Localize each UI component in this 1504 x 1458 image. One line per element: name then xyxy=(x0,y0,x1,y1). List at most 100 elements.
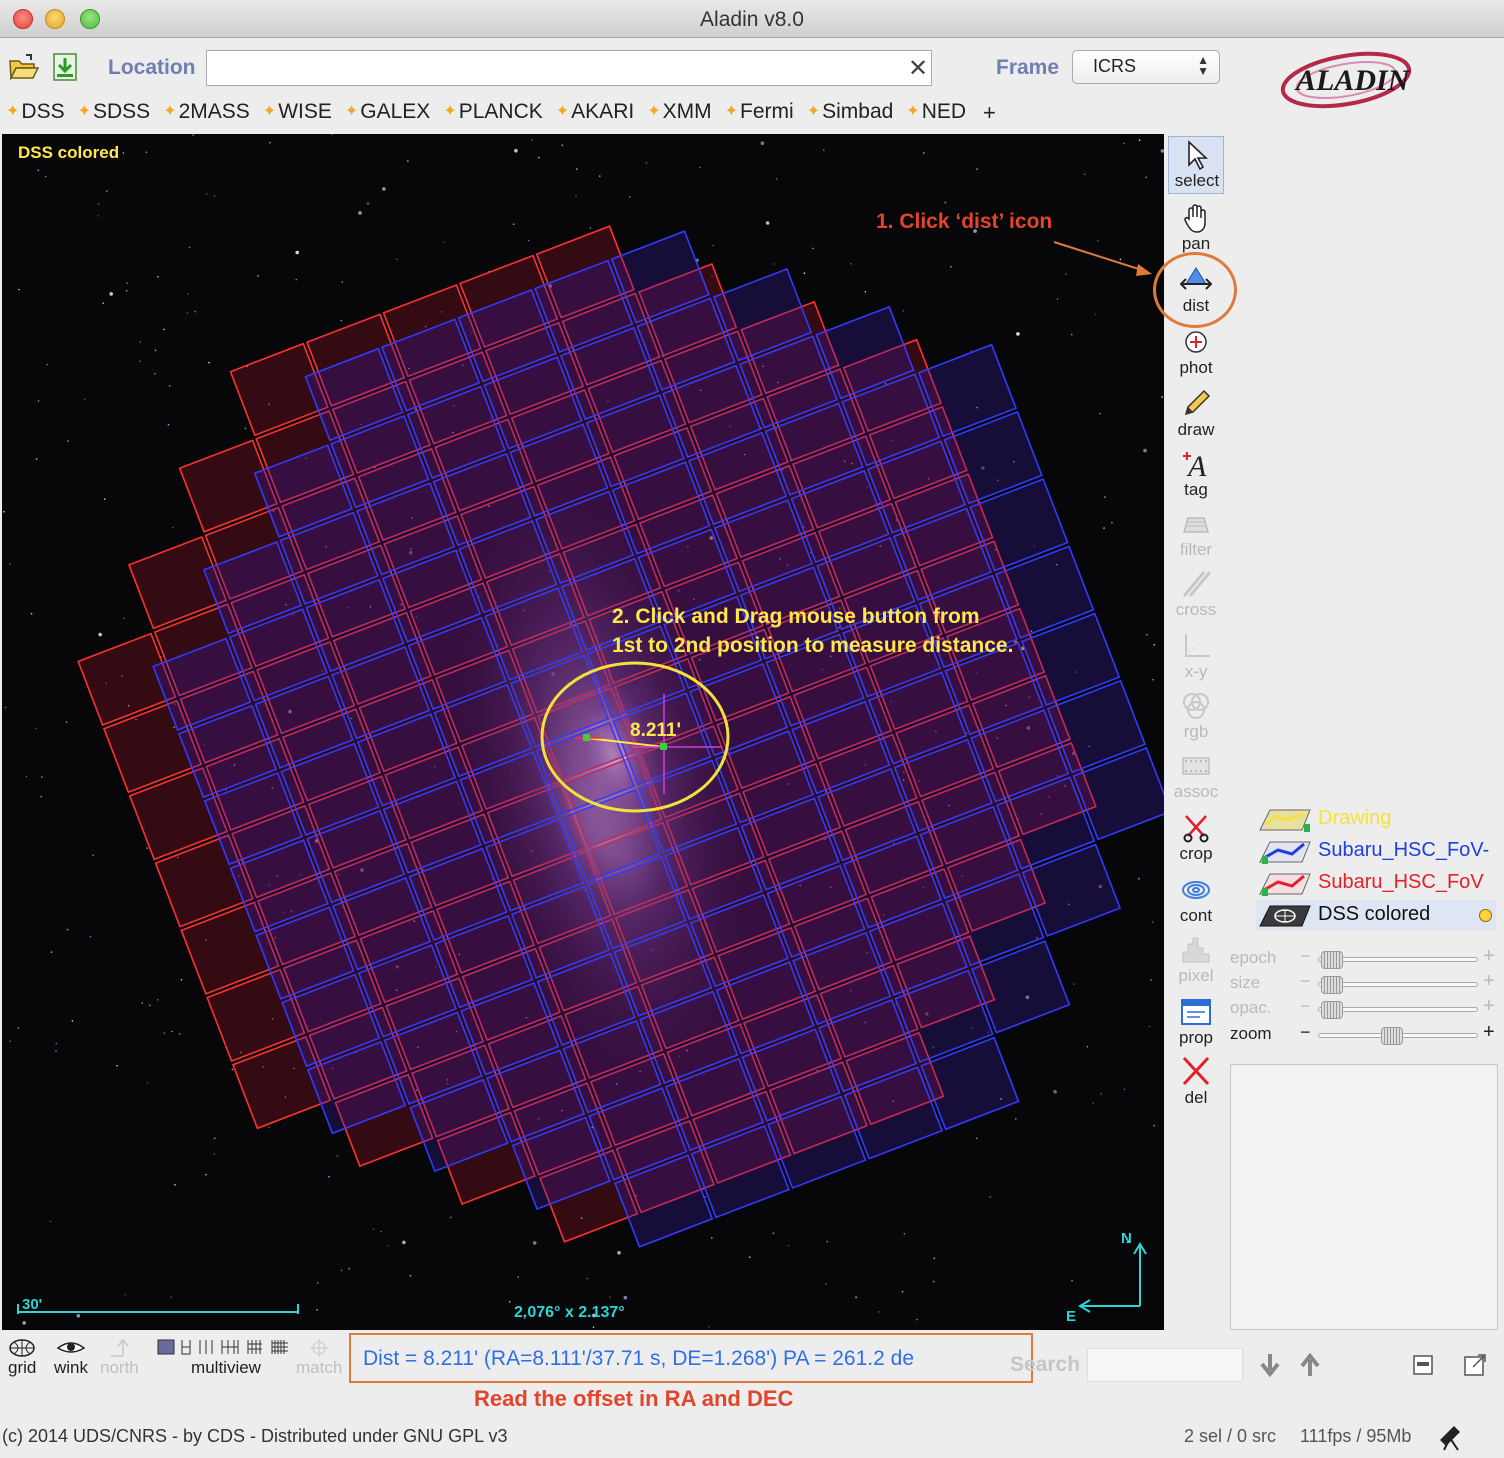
star-icon: ✦ xyxy=(443,103,457,120)
survey-button-akari[interactable]: ✦AKARI xyxy=(556,100,634,126)
sky-view[interactable]: DSS colored 2. Click and Drag mouse butt… xyxy=(2,134,1164,1330)
star-icon: ✦ xyxy=(6,103,20,120)
tool-pan[interactable]: pan xyxy=(1168,200,1224,258)
match-label: match xyxy=(296,1358,343,1377)
survey-bar: ✦DSS ✦SDSS ✦2MASS ✦WISE ✦GALEX ✦PLANCK ✦AKARI ✦… xyxy=(6,100,996,126)
star-icon: ✦ xyxy=(262,103,277,120)
opacity-slider-knob[interactable] xyxy=(1321,1001,1343,1019)
sky-image[interactable] xyxy=(2,134,1164,1330)
layer-dss-name: DSS colored xyxy=(1318,903,1431,925)
opacity-slider-track[interactable] xyxy=(1318,1001,1478,1019)
tool-assoc-label: assoc xyxy=(1173,782,1219,801)
size-slider-track[interactable] xyxy=(1318,976,1478,994)
aladin-window: Aladin v8.0 Location ✕ Frame ICRS ▲ ▼ ALA… xyxy=(0,0,1504,1458)
instruction-step-2-line2: 1st to 2nd position to measure distance. xyxy=(612,634,1014,657)
add-survey-button[interactable]: + xyxy=(983,100,996,126)
layer-drawing[interactable]: Drawing xyxy=(1256,804,1496,834)
frame-select-value: ICRS xyxy=(1093,56,1137,76)
multiview-button[interactable]: multiview xyxy=(156,1338,296,1378)
distance-start-handle[interactable] xyxy=(583,734,590,741)
select-arrows-icon: ▲ ▼ xyxy=(1197,53,1209,78)
tool-del[interactable]: del xyxy=(1168,1054,1224,1112)
tool-filter[interactable]: filter xyxy=(1168,506,1224,564)
epoch-slider-knob[interactable] xyxy=(1321,951,1343,969)
survey-button-wise[interactable]: ✦WISE xyxy=(263,100,332,126)
distance-end-handle[interactable] xyxy=(660,743,667,750)
tool-tag[interactable]: A tag xyxy=(1168,446,1224,504)
tool-crop[interactable]: crop xyxy=(1168,810,1224,868)
wink-button[interactable]: wink xyxy=(54,1338,88,1378)
layer-visibility-indicator[interactable] xyxy=(1479,909,1492,922)
north-arrow-icon xyxy=(111,1338,129,1357)
dist-highlight-circle xyxy=(1153,252,1237,328)
clear-location-icon[interactable]: ✕ xyxy=(908,54,928,83)
survey-button-fermi[interactable]: ✦Fermi xyxy=(725,100,794,126)
zoom-label: zoom xyxy=(1230,1024,1272,1043)
tool-cross[interactable]: cross xyxy=(1168,566,1224,624)
download-icon[interactable] xyxy=(50,52,82,82)
tool-phot[interactable]: phot xyxy=(1168,324,1224,382)
size-plus-button[interactable]: + xyxy=(1483,970,1495,993)
globe-grid-icon xyxy=(9,1339,35,1357)
compass-east-arrow xyxy=(1078,1299,1140,1313)
match-button[interactable]: match xyxy=(296,1338,342,1378)
tool-draw[interactable]: draw xyxy=(1168,386,1224,444)
epoch-plus-button[interactable]: + xyxy=(1483,945,1495,968)
epoch-slider-track[interactable] xyxy=(1318,951,1478,969)
north-button[interactable]: north xyxy=(100,1338,139,1378)
tool-cont[interactable]: cont xyxy=(1168,872,1224,930)
layer-subaru-hsc-fov-blue[interactable]: Subaru_HSC_FoV- xyxy=(1256,836,1496,866)
epoch-minus-button[interactable]: − xyxy=(1300,946,1311,967)
window-title: Aladin v8.0 xyxy=(700,8,804,31)
survey-button-sdss[interactable]: ✦SDSS xyxy=(78,100,151,126)
instruction-step-3: Read the offset in RA and DEC xyxy=(474,1386,794,1411)
tool-select[interactable]: select xyxy=(1168,136,1224,194)
distance-status-text: Dist = 8.211' (RA=8.111'/37.71 s, DE=1.2… xyxy=(363,1347,914,1370)
aladin-logo: ALADIN xyxy=(1280,51,1412,109)
opacity-plus-button[interactable]: + xyxy=(1483,995,1495,1018)
survey-button-galex[interactable]: ✦GALEX xyxy=(345,100,430,126)
tool-rgb-label: rgb xyxy=(1183,722,1209,741)
size-slider-knob[interactable] xyxy=(1321,976,1343,994)
survey-button-planck[interactable]: ✦PLANCK xyxy=(443,100,542,126)
compass-north-arrow xyxy=(1133,1242,1147,1306)
tool-filter-label: filter xyxy=(1179,540,1213,559)
telescope-icon[interactable] xyxy=(1436,1420,1464,1452)
zoom-slider-knob[interactable] xyxy=(1381,1027,1404,1045)
tool-rgb[interactable]: rgb xyxy=(1168,688,1224,746)
survey-button-dss[interactable]: ✦DSS xyxy=(6,100,65,126)
xy-plot-icon xyxy=(1185,634,1210,657)
survey-button-simbad[interactable]: ✦Simbad xyxy=(807,100,894,126)
tool-assoc[interactable]: assoc xyxy=(1168,748,1224,806)
survey-label: 2MASS xyxy=(178,100,250,123)
zoom-plus-button[interactable]: + xyxy=(1483,1021,1495,1044)
tool-xy[interactable]: x-y xyxy=(1168,628,1224,686)
grid-button[interactable]: grid xyxy=(8,1338,36,1378)
arrow-up-icon[interactable] xyxy=(1298,1352,1322,1378)
size-minus-button[interactable]: − xyxy=(1300,971,1311,992)
external-window-icon[interactable] xyxy=(1462,1352,1488,1378)
location-input[interactable] xyxy=(206,50,932,86)
tool-prop[interactable]: prop xyxy=(1168,994,1224,1052)
layer-dss-colored[interactable]: DSS colored xyxy=(1256,900,1496,930)
survey-button-2mass[interactable]: ✦2MASS xyxy=(163,100,250,126)
distance-value-label: 8.211' xyxy=(630,720,682,741)
survey-button-ned[interactable]: ✦NED xyxy=(906,100,966,126)
tool-pixel[interactable]: pixel xyxy=(1168,932,1224,990)
search-input[interactable] xyxy=(1087,1348,1243,1382)
opacity-minus-button[interactable]: − xyxy=(1300,996,1311,1017)
frame-select[interactable]: ICRS ▲ ▼ xyxy=(1072,50,1220,84)
location-label: Location xyxy=(108,56,196,79)
layer-subaru-hsc-fov-red[interactable]: Subaru_HSC_FoV xyxy=(1256,868,1496,898)
zoom-minus-button[interactable]: − xyxy=(1300,1022,1311,1043)
match-crosshair-icon xyxy=(310,1339,329,1357)
current-image-label: DSS colored xyxy=(18,143,120,162)
zoom-slider-track[interactable] xyxy=(1318,1027,1478,1045)
tool-cross-label: cross xyxy=(1175,600,1217,619)
open-folder-icon[interactable] xyxy=(8,52,40,82)
survey-button-xmm[interactable]: ✦XMM xyxy=(647,100,711,126)
arrow-down-icon[interactable] xyxy=(1258,1352,1282,1378)
window-panel-icon[interactable] xyxy=(1410,1352,1436,1378)
contour-icon xyxy=(1182,881,1210,899)
properties-panel xyxy=(1230,1064,1498,1330)
